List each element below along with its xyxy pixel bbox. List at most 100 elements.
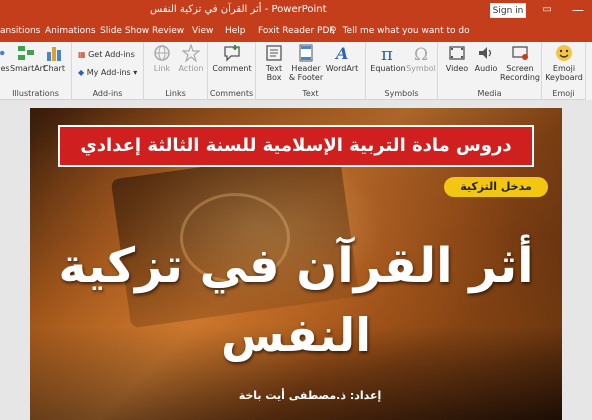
wordart-button[interactable]: A WordArt — [324, 44, 360, 73]
video-label: Video — [445, 64, 469, 73]
chart-button[interactable]: Chart — [42, 44, 66, 73]
symbol-label: Symbol — [406, 64, 436, 73]
globe-link-icon — [154, 45, 170, 61]
emoji-keyboard-button[interactable]: Emoji Keyboard — [544, 44, 584, 82]
links-group-label: Links — [165, 89, 186, 98]
my-add-ins-label: My Add-ins — [86, 68, 131, 77]
tab-view[interactable]: View — [192, 26, 213, 36]
group-media: Video Audio Screen Recording Media — [438, 42, 542, 100]
screen-recording-label-2: Recording — [500, 73, 541, 82]
emoji-group-label: Emoji — [552, 89, 575, 98]
video-button[interactable]: Video — [442, 44, 472, 73]
sign-in-button[interactable]: Sign in — [490, 3, 526, 18]
link-button[interactable]: Link — [148, 44, 176, 73]
chart-icon — [47, 47, 61, 61]
slide-main-title-line-2[interactable]: النفس — [30, 308, 562, 362]
shapes-label: es — [0, 64, 10, 73]
shapes-icon — [0, 50, 5, 56]
action-button[interactable]: Action — [176, 44, 206, 73]
svg-text:π: π — [381, 44, 393, 62]
group-illustrations: es SmartArt Chart Illustrations — [0, 42, 72, 100]
ribbon-overflow-edge — [586, 42, 592, 100]
action-star-icon — [182, 44, 200, 62]
my-add-ins-button[interactable]: ◆ My Add-ins ▾ — [78, 68, 137, 77]
tab-review[interactable]: Review — [152, 26, 184, 36]
chart-label: Chart — [43, 64, 65, 73]
chevron-down-icon: ▾ — [133, 68, 138, 77]
film-video-icon — [449, 46, 465, 60]
slide-canvas[interactable]: دروس مادة التربية الإسلامية للسنة الثالث… — [30, 108, 562, 420]
media-group-label: Media — [477, 89, 502, 98]
pi-equation-icon: π — [381, 44, 393, 62]
my-add-ins-icon: ◆ — [78, 68, 85, 77]
tell-me-search[interactable]: ♀ Tell me what you want to do — [330, 26, 470, 36]
smartart-button[interactable]: SmartArt — [10, 44, 46, 73]
symbols-group-label: Symbols — [384, 89, 419, 98]
emoji-label-2: Keyboard — [545, 73, 583, 82]
emoji-label-1: Emoji — [552, 64, 576, 73]
header-footer-label-2: & Footer — [288, 73, 324, 82]
get-add-ins-label: Get Add-ins — [88, 50, 135, 59]
audio-label: Audio — [474, 64, 498, 73]
slide-editing-area: دروس مادة التربية الإسلامية للسنة الثالث… — [0, 100, 592, 420]
smartart-label: SmartArt — [10, 64, 47, 73]
header-footer-icon — [299, 44, 313, 62]
group-add-ins: ▦ Get Add-ins ◆ My Add-ins ▾ Add-ins — [72, 42, 144, 100]
add-ins-group-label: Add-ins — [92, 89, 123, 98]
tell-me-label: Tell me what you want to do — [342, 26, 470, 36]
screen-recording-button[interactable]: Screen Recording — [500, 44, 540, 82]
tab-foxit-reader-pdf[interactable]: Foxit Reader PDF — [258, 26, 335, 36]
tab-slide-show[interactable]: Slide Show — [100, 26, 149, 36]
group-text: Text Box Header & Footer A WordArt Text — [256, 42, 366, 100]
comment-bubble-icon — [224, 45, 240, 62]
comment-label: Comment — [212, 64, 252, 73]
wordart-icon: A — [334, 44, 348, 62]
text-box-icon — [266, 45, 282, 61]
svg-text:A: A — [334, 44, 348, 62]
equation-button[interactable]: π Equation — [370, 44, 406, 73]
screen-recording-label-1: Screen — [506, 64, 534, 73]
shapes-button[interactable]: es — [0, 44, 10, 73]
tab-transitions[interactable]: ansitions — [0, 26, 40, 36]
group-links: Link Action Links — [144, 42, 208, 100]
smartart-icon — [18, 46, 34, 60]
wordart-label: WordArt — [325, 64, 359, 73]
ribbon: es SmartArt Chart Illustrations ▦ Get Ad… — [0, 42, 592, 100]
slide-main-title-line-1[interactable]: أثر القرآن في تزكية — [30, 238, 562, 294]
ribbon-tab-bar: ansitions Animations Slide Show Review V… — [0, 22, 592, 42]
illustrations-group-label: Illustrations — [12, 89, 59, 98]
svg-text:Ω: Ω — [414, 45, 428, 62]
lightbulb-icon: ♀ — [330, 26, 337, 36]
slide-category-badge[interactable]: مدخل التزكية — [444, 177, 548, 197]
screen-recording-icon — [512, 46, 528, 60]
tab-animations[interactable]: Animations — [45, 26, 96, 36]
header-footer-button[interactable]: Header & Footer — [288, 44, 324, 82]
text-box-label-1: Text — [265, 64, 283, 73]
omega-symbol-icon: Ω — [414, 45, 428, 62]
symbol-button[interactable]: Ω Symbol — [406, 44, 436, 73]
comments-group-label: Comments — [209, 89, 254, 98]
slide-author-credit[interactable]: إعداد: ذ.مصطفى أيت باخة — [210, 389, 410, 402]
text-group-label: Text — [302, 89, 319, 98]
text-box-button[interactable]: Text Box — [260, 44, 288, 82]
action-label: Action — [178, 64, 204, 73]
text-box-label-2: Box — [266, 73, 282, 82]
comment-button[interactable]: Comment — [212, 44, 252, 73]
ribbon-display-options-icon[interactable]: ▭ — [540, 3, 554, 17]
header-footer-label-1: Header — [291, 64, 321, 73]
group-comments: Comment Comments — [208, 42, 256, 100]
window-title: أثر القرآن في تزكية النفس - PowerPoint — [150, 4, 327, 15]
link-label: Link — [153, 64, 171, 73]
get-add-ins-button[interactable]: ▦ Get Add-ins — [78, 50, 135, 59]
tab-help[interactable]: Help — [225, 26, 246, 36]
audio-button[interactable]: Audio — [472, 44, 500, 73]
speaker-audio-icon — [479, 47, 492, 59]
store-icon: ▦ — [78, 50, 86, 59]
equation-label: Equation — [370, 64, 406, 73]
group-symbols: π Equation Ω Symbol Symbols — [366, 42, 438, 100]
group-emoji: Emoji Keyboard Emoji — [542, 42, 586, 100]
slide-banner-title[interactable]: دروس مادة التربية الإسلامية للسنة الثالث… — [58, 125, 534, 167]
minimize-button[interactable]: — — [570, 3, 586, 17]
smiley-emoji-icon — [556, 45, 572, 61]
title-bar: أثر القرآن في تزكية النفس - PowerPoint S… — [0, 0, 592, 22]
